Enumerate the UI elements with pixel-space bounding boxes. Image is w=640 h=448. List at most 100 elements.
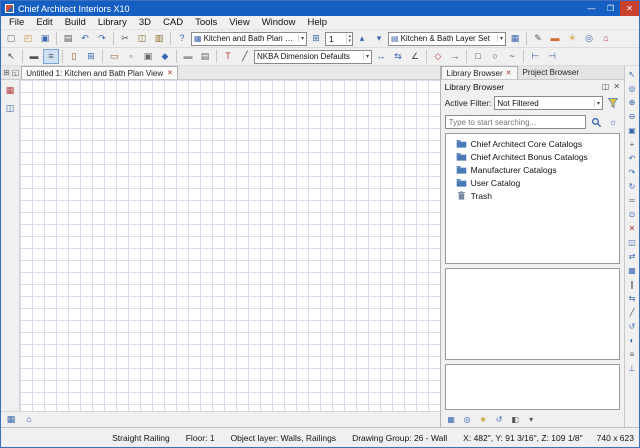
menu-library[interactable]: Library (92, 17, 133, 28)
point-marker-icon[interactable]: ⊙ (626, 208, 639, 221)
help-icon[interactable]: ? (174, 31, 190, 46)
select-objects-icon[interactable]: ↖ (3, 49, 19, 64)
menu-build[interactable]: Build (59, 17, 92, 28)
circle-tool-icon[interactable]: ○ (487, 49, 503, 64)
rotate-icon[interactable]: ↺ (626, 320, 639, 333)
box-tool-icon[interactable]: □ (470, 49, 486, 64)
minimize-button[interactable]: — (582, 1, 601, 16)
maximize-button[interactable]: ❐ (601, 1, 620, 16)
print-icon[interactable]: ▤ (60, 31, 76, 46)
funnel-filter-icon[interactable] (606, 96, 620, 110)
plan-view-select[interactable]: ▦Kitchen and Bath Plan View▾ (191, 32, 307, 46)
menu-help[interactable]: Help (301, 17, 333, 28)
cad-line-icon[interactable]: ╱ (237, 49, 253, 64)
save-plan-icon[interactable]: ▣ (37, 31, 53, 46)
layer-display-options-icon[interactable]: ▦ (507, 31, 523, 46)
zoom-icon[interactable]: ◎ (626, 82, 639, 95)
counter-icon[interactable]: ▬ (180, 49, 196, 64)
input-line-icon[interactable]: ╱ (626, 306, 639, 319)
undo-zoom-icon[interactable]: ↶ (626, 152, 639, 165)
tab-library-browser-close-icon[interactable]: ✕ (506, 69, 512, 77)
reflect-icon[interactable]: ◐ (626, 334, 639, 347)
fixture-icon[interactable]: ◆ (157, 49, 173, 64)
extend-tool-icon[interactable]: ⊣ (544, 49, 560, 64)
angular-dimension-icon[interactable]: ∠ (407, 49, 423, 64)
text-tool-icon[interactable]: T (220, 49, 236, 64)
tree-item-manufacturer-catalogs[interactable]: Manufacturer Catalogs (446, 163, 619, 176)
view-3d-icon[interactable]: ⌂ (598, 31, 614, 46)
undo-icon[interactable]: ↶ (77, 31, 93, 46)
window-tool-icon[interactable]: ⊞ (83, 49, 99, 64)
ruler-icon[interactable]: ═ (626, 194, 639, 207)
straight-railing-icon[interactable]: ≡ (43, 49, 59, 64)
stairs-icon[interactable]: ▤ (197, 49, 213, 64)
camera-view-tab-icon[interactable]: ⌂ (21, 412, 37, 427)
saved-plan-views-icon[interactable]: ⊞ (308, 31, 324, 46)
camera-view-icon[interactable]: ◎ (581, 31, 597, 46)
make-parallel-icon[interactable]: ∥ (626, 278, 639, 291)
library-search-input[interactable] (445, 115, 586, 129)
manual-dimension-icon[interactable]: ↔ (373, 49, 389, 64)
cross-section-view-icon[interactable]: ◫ (3, 101, 18, 116)
menu-file[interactable]: File (3, 17, 30, 28)
break-line-icon[interactable]: ⊥ (626, 362, 639, 375)
copy-icon[interactable]: ◫ (134, 31, 150, 46)
transform-replicate-icon[interactable]: ⇄ (626, 250, 639, 263)
base-cabinet-icon[interactable]: ▭ (106, 49, 122, 64)
delete-object-icon[interactable]: ✕ (626, 222, 639, 235)
open-plan-icon[interactable]: ◰ (20, 31, 36, 46)
tree-item-trash[interactable]: Trash (446, 189, 619, 202)
appliance-icon[interactable]: ▣ (140, 49, 156, 64)
marker-icon[interactable]: ◇ (430, 49, 446, 64)
library-recent-icon[interactable]: ↺ (493, 413, 506, 426)
pan-window-icon[interactable]: + (626, 138, 639, 151)
tree-item-bonus-catalogs[interactable]: Chief Architect Bonus Catalogs (446, 150, 619, 163)
panel-close-icon[interactable]: ✕ (613, 82, 620, 91)
tab-library-browser[interactable]: Library Browser ✕ (441, 66, 518, 79)
dock-icon[interactable]: ◫ (602, 82, 610, 91)
document-tab-close-icon[interactable]: ✕ (167, 69, 173, 77)
plan-canvas[interactable] (20, 80, 440, 411)
document-tab[interactable]: Untitled 1: Kitchen and Bath Plan View ✕ (21, 66, 178, 79)
float-view-icon[interactable]: ◱ (12, 68, 20, 77)
arrow-tool-icon[interactable]: → (447, 49, 463, 64)
wall-cabinet-icon[interactable]: ▫ (123, 49, 139, 64)
menu-cad[interactable]: CAD (157, 17, 189, 28)
point-to-point-move-icon[interactable]: ⇆ (626, 292, 639, 305)
zoom-out-icon[interactable]: ⊖ (626, 110, 639, 123)
sunlight-icon[interactable]: ☀ (564, 31, 580, 46)
spline-tool-icon[interactable]: ~ (504, 49, 520, 64)
paste-icon[interactable]: ▥ (151, 31, 167, 46)
search-options-icon[interactable]: ☼ (606, 115, 620, 129)
library-favorites-icon[interactable]: ★ (477, 413, 490, 426)
search-icon[interactable] (589, 115, 603, 129)
tab-list-icon[interactable]: ⊞ (3, 68, 10, 77)
layer-set-select[interactable]: ▤Kitchen & Bath Layer Set▾ (388, 32, 506, 46)
tab-project-browser[interactable]: Project Browser (518, 66, 584, 79)
new-plan-icon[interactable]: ▢ (3, 31, 19, 46)
dimension-defaults-select[interactable]: NKBA Dimension Defaults▾ (254, 50, 372, 64)
menu-window[interactable]: Window (256, 17, 302, 28)
redo-icon[interactable]: ↷ (94, 31, 110, 46)
zoom-in-icon[interactable]: ⊕ (626, 96, 639, 109)
cut-icon[interactable]: ✂ (117, 31, 133, 46)
library-browse-icon[interactable]: ▦ (445, 413, 458, 426)
spinner-arrows[interactable]: ▴▾ (346, 34, 352, 44)
redo-zoom-icon[interactable]: ↷ (626, 166, 639, 179)
tree-item-core-catalogs[interactable]: Chief Architect Core Catalogs (446, 137, 619, 150)
close-button[interactable]: ✕ (620, 1, 639, 16)
filter-select[interactable]: Not Filtered ▾ (494, 96, 603, 110)
straight-wall-icon[interactable]: ▬ (26, 49, 42, 64)
eyedropper-icon[interactable]: ✎ (530, 31, 546, 46)
trim-tool-icon[interactable]: ⊢ (527, 49, 543, 64)
floor-down-icon[interactable]: ▾ (371, 31, 387, 46)
library-search-icon[interactable]: ◎ (461, 413, 474, 426)
multiple-copy-icon[interactable]: ▦ (626, 264, 639, 277)
fill-window-icon[interactable]: ▣ (626, 124, 639, 137)
menu-tools[interactable]: Tools (189, 17, 223, 28)
menu-view[interactable]: View (223, 17, 255, 28)
auto-dimension-icon[interactable]: ⇆ (390, 49, 406, 64)
menu-3d[interactable]: 3D (133, 17, 157, 28)
select-next-icon[interactable]: ↖ (626, 68, 639, 81)
library-preview-toggle-icon[interactable]: ◧ (509, 413, 522, 426)
